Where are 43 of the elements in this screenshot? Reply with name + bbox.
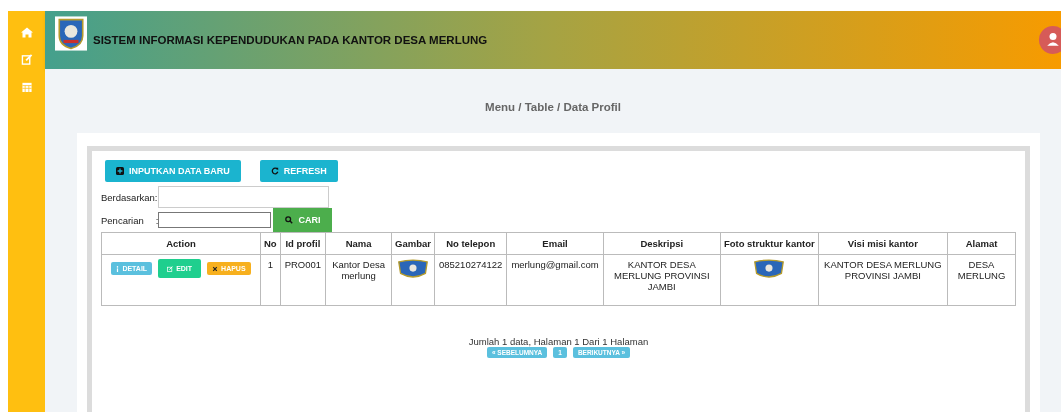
emblem-image (397, 259, 430, 279)
home-icon[interactable] (20, 27, 33, 38)
table-cell: KANTOR DESA MERLUNG PROVINSI JAMBI (603, 254, 721, 306)
page-summary: Jumlah 1 data, Halaman 1 Dari 1 Halaman (468, 336, 649, 347)
table-cell: 1 (260, 254, 281, 306)
table-cell: merlung@gmail.com (506, 254, 604, 306)
column-header: Id profil (280, 232, 326, 255)
column-header: Deskripsi (603, 232, 721, 255)
separator-text: : (155, 214, 159, 226)
user-avatar-icon[interactable] (1039, 26, 1061, 54)
table-cell: DESA MERLUNG (947, 254, 1016, 306)
table-cell: 085210274122 (434, 254, 507, 306)
column-header: Visi misi kantor (818, 232, 948, 255)
plus-icon (116, 167, 124, 175)
table-cell: Kantor Desa merlung (325, 254, 392, 306)
column-header: Gambar (391, 232, 435, 255)
info-icon (116, 265, 120, 272)
filter-label: Berdasarkan: (101, 191, 158, 203)
column-header: Foto struktur kantor (720, 232, 819, 255)
breadcrumb: Menu / Table / Data Profil (484, 101, 622, 113)
column-header: Alamat (947, 232, 1016, 255)
edit-icon (167, 265, 174, 272)
add-button[interactable]: INPUTKAN DATA BARU (105, 160, 241, 182)
column-header: Email (506, 232, 604, 255)
filter-field[interactable] (157, 186, 329, 208)
column-header: No telepon (434, 232, 507, 255)
refresh-icon (270, 167, 279, 175)
edit-icon[interactable] (20, 54, 33, 65)
refresh-button[interactable]: REFRESH (259, 160, 338, 182)
column-header: Nama (325, 232, 392, 255)
table-cell: PRO001 (280, 254, 326, 306)
table-cell: KANTOR DESA MERLUNG PROVINSI JAMBI (818, 254, 948, 306)
search-label: Pencarian (101, 214, 144, 226)
search-icon (285, 216, 294, 224)
emblem-logo (55, 14, 87, 52)
column-header: Action (101, 232, 261, 255)
search-field[interactable] (158, 212, 272, 228)
app-title: SISTEM INFORMASI KEPENDUDUKAN PADA KANTOR DESA MERLUNG (93, 34, 489, 46)
emblem-image (753, 259, 786, 279)
search-button[interactable]: CARI (273, 208, 333, 232)
close-icon (212, 265, 219, 272)
calendar-icon[interactable] (20, 81, 33, 92)
column-header: No (260, 232, 281, 255)
